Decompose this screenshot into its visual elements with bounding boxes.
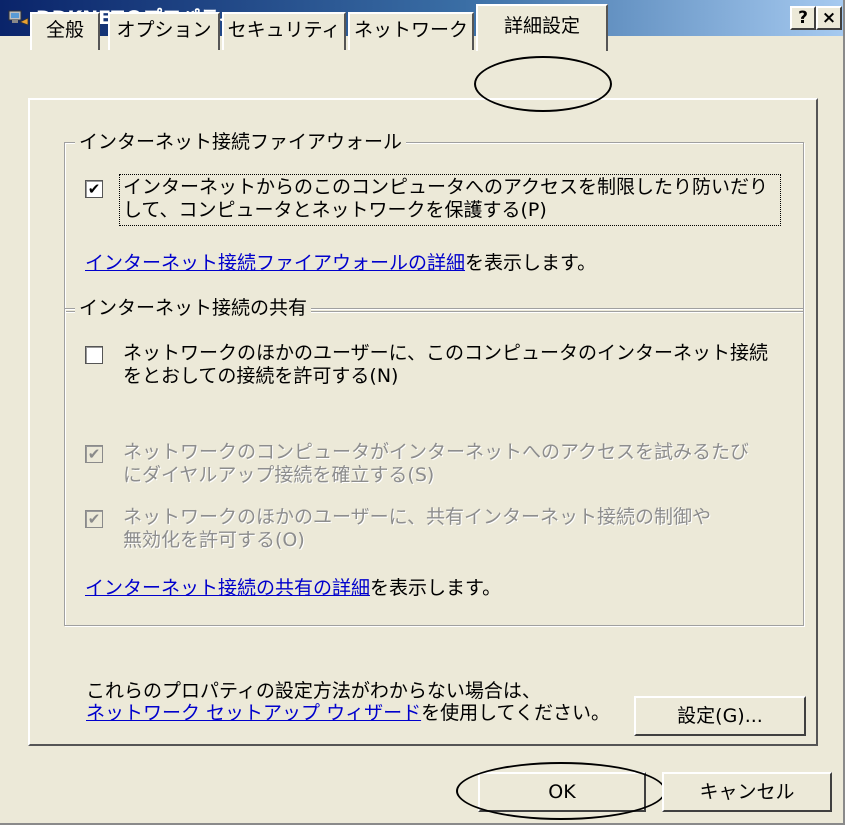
tab-panel: インターネット接続ファイアウォール ✔ インターネットからのこのコンピュータへの… [28,98,818,746]
tab-network[interactable]: ネットワーク [348,12,474,50]
help-text: これらのプロパティの設定方法がわからない場合は、 ネットワーク セットアップ ウ… [86,680,610,724]
sharing-details-link[interactable]: インターネット接続の共有の詳細 [85,577,370,599]
firewall-group-title: インターネット接続ファイアウォール [75,129,407,155]
close-button[interactable]: × [816,6,842,30]
firewall-details-link[interactable]: インターネット接続ファイアウォールの詳細 [85,252,465,274]
control-label: ネットワークのほかのユーザーに、共有インターネット接続の制御や 無効化を許可する… [123,506,712,551]
dialup-checkbox[interactable]: ✔ [85,445,103,463]
firewall-details-line: インターネット接続ファイアウォールの詳細を表示します。 [85,252,597,274]
settings-button[interactable]: 設定(G)... [634,696,806,736]
tab-advanced[interactable]: 詳細設定 [476,4,608,51]
tab-security[interactable]: セキュリティ [222,12,346,50]
firewall-checkbox[interactable]: ✔ [85,180,103,198]
sharing-group-title: インターネット接続の共有 [75,295,312,321]
cancel-button[interactable]: キャンセル [662,772,832,812]
firewall-group: インターネット接続ファイアウォール ✔ インターネットからのこのコンピュータへの… [64,129,804,312]
tab-options[interactable]: オプション [108,12,220,50]
firewall-option-label[interactable]: インターネットからのこのコンピュータへのアクセスを制限したり防いだり して、コン… [123,176,768,222]
sharing-allow-checkbox[interactable] [85,346,103,364]
tab-general[interactable]: 全般 [30,12,100,50]
sharing-group: インターネット接続の共有 ネットワークのほかのユーザーに、このコンピュータのイン… [64,295,804,626]
help-button[interactable]: ? [790,6,816,30]
ok-button[interactable]: OK [478,772,646,812]
control-checkbox[interactable]: ✔ [85,510,103,528]
properties-dialog: DDKNETのプロパティ ? × 全般 オプション セキュリティ ネットワーク … [0,0,845,825]
network-setup-wizard-link[interactable]: ネットワーク セットアップ ウィザード [86,702,421,724]
sharing-details-line: インターネット接続の共有の詳細を表示します。 [85,577,502,599]
network-connection-icon [8,10,29,26]
dialup-label: ネットワークのコンピュータがインターネットへのアクセスを試みるたび にダイヤルア… [123,441,750,486]
sharing-allow-label[interactable]: ネットワークのほかのユーザーに、このコンピュータのインターネット接続 をとおして… [123,342,768,388]
